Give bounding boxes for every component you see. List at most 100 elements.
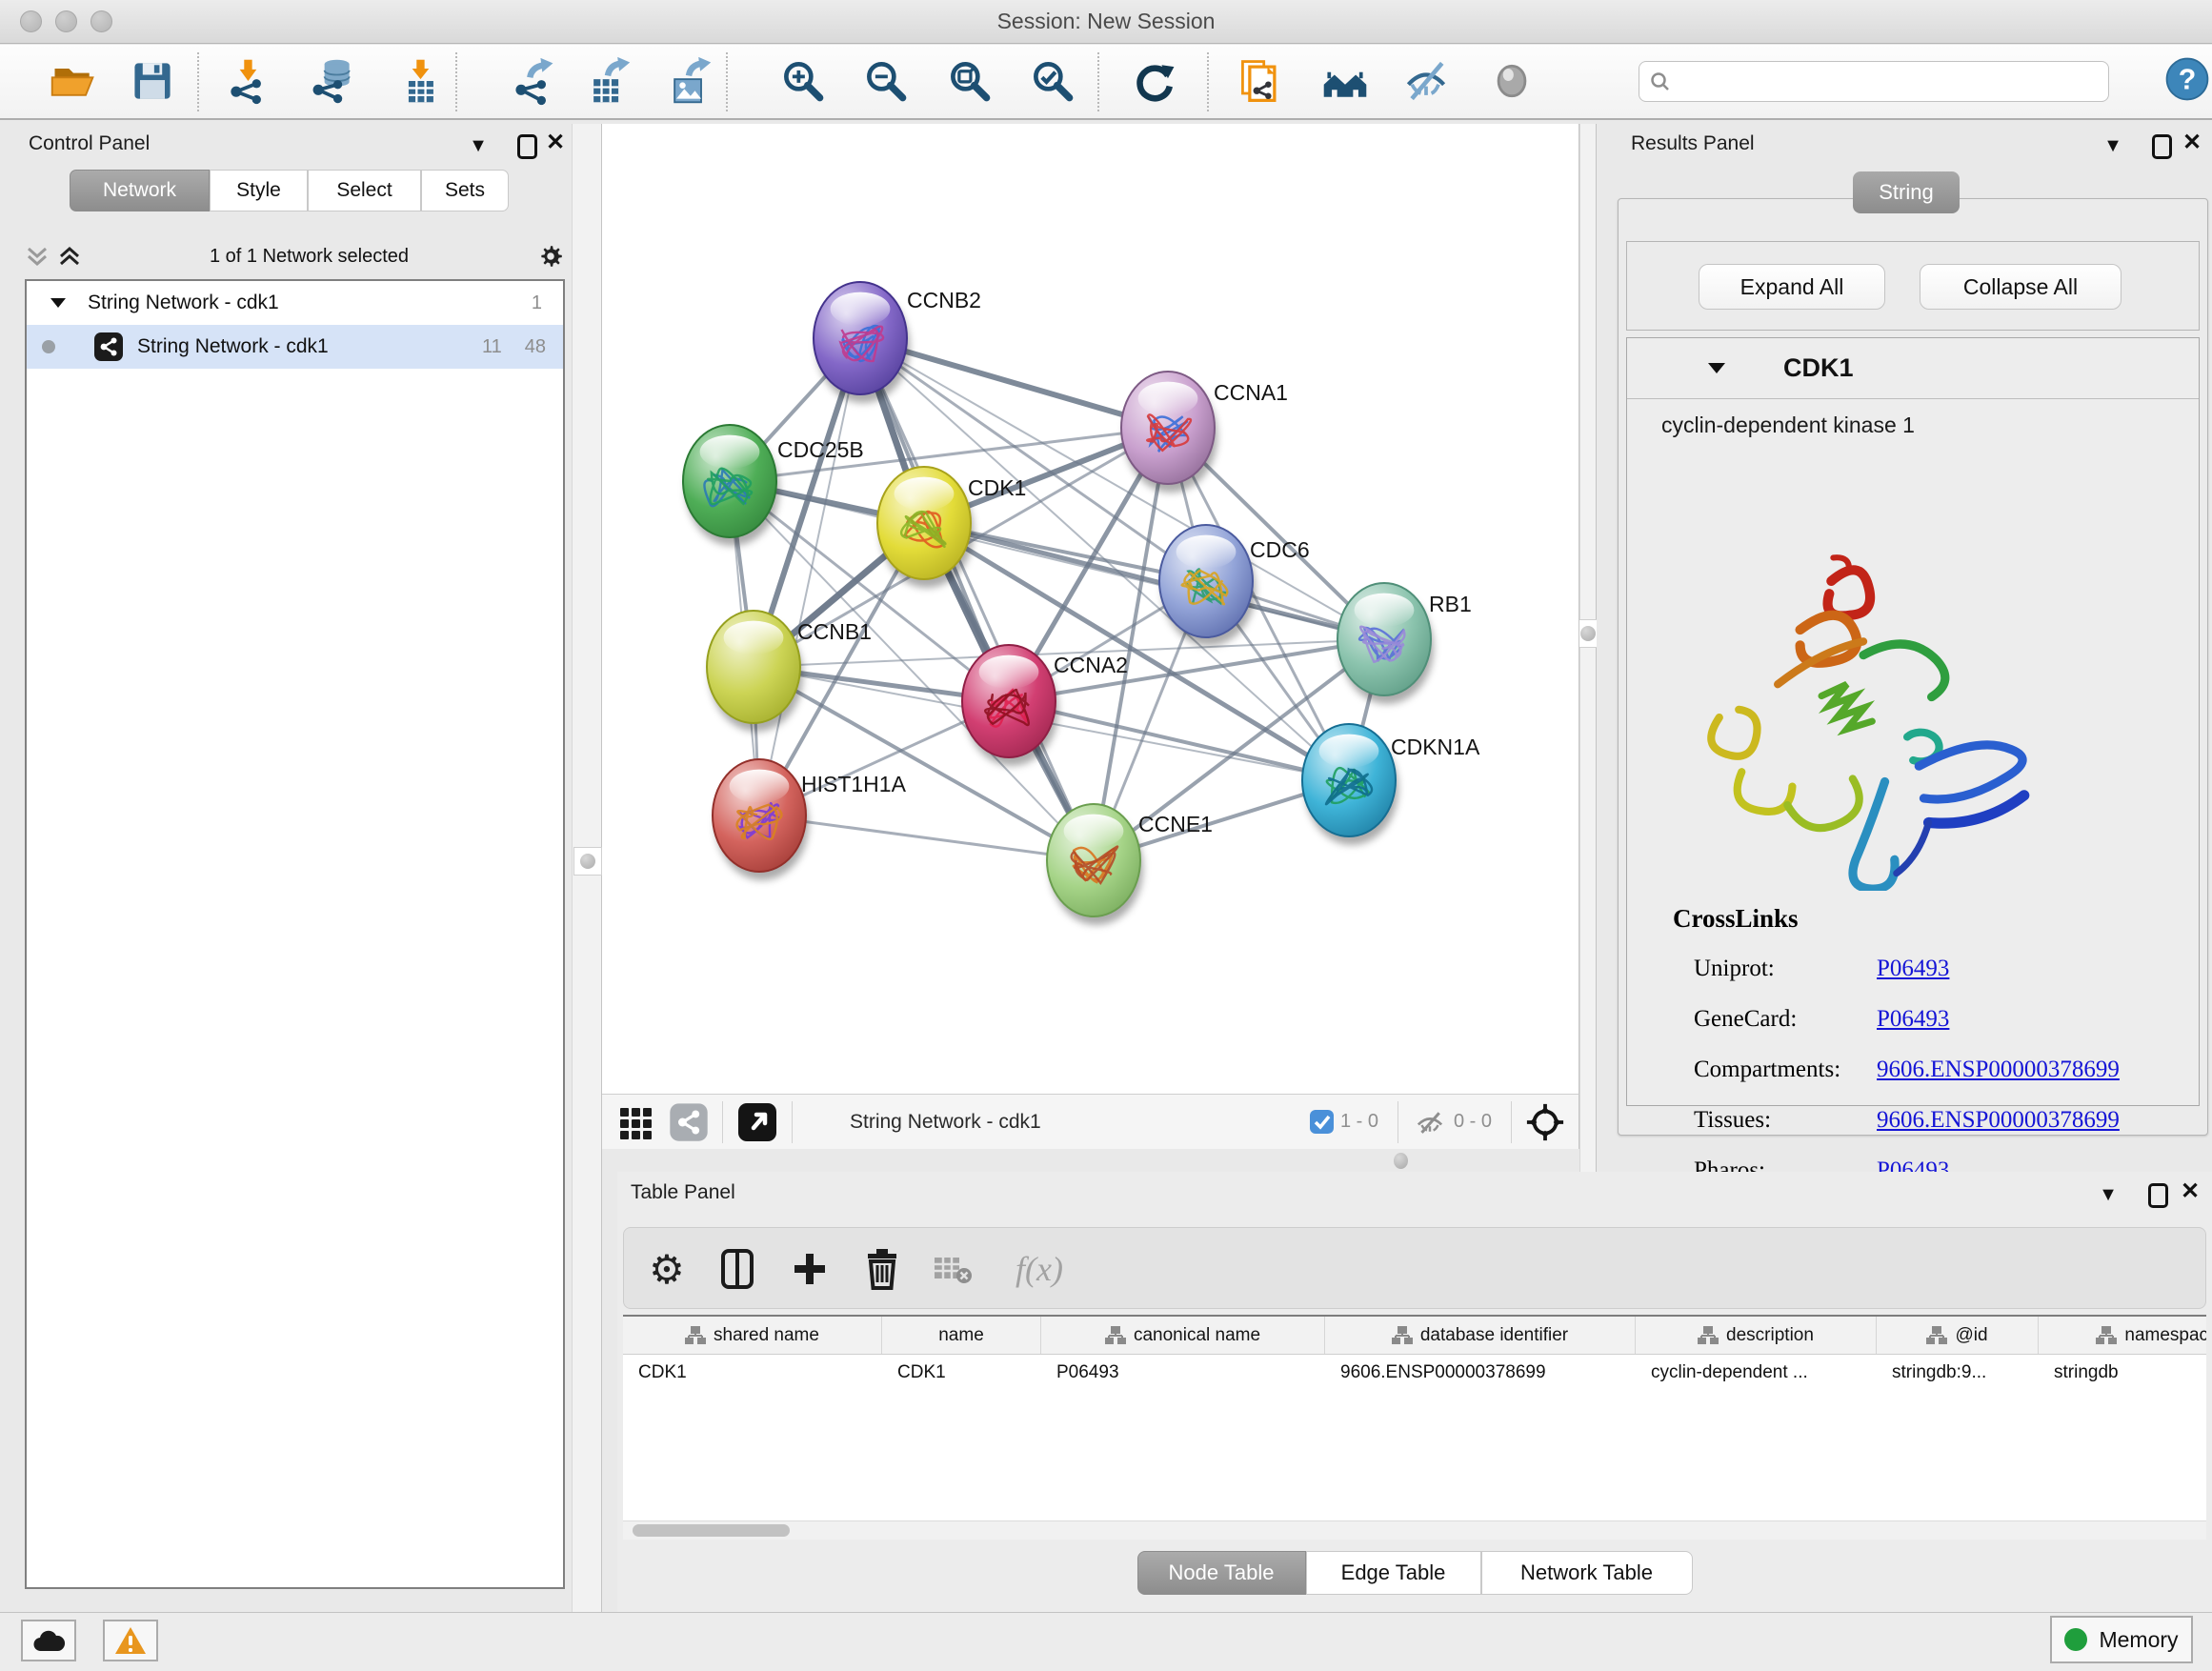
save-session-icon[interactable] bbox=[126, 54, 179, 108]
panel-float-icon[interactable]: ▼ bbox=[2099, 131, 2127, 160]
column-header--id[interactable]: @id bbox=[1877, 1317, 2039, 1354]
table-tab-network-table[interactable]: Network Table bbox=[1481, 1551, 1693, 1595]
left-splitter[interactable] bbox=[572, 124, 602, 1612]
zoom-in-icon[interactable] bbox=[776, 54, 830, 108]
help-icon[interactable]: ? bbox=[2161, 52, 2212, 106]
network-node-RB1[interactable]: RB1 bbox=[1337, 583, 1472, 704]
crosslink-link[interactable]: P06493 bbox=[1877, 956, 1949, 982]
export-table-icon[interactable] bbox=[581, 54, 634, 108]
network-share-grey-icon[interactable] bbox=[669, 1102, 709, 1142]
import-network-database-icon[interactable] bbox=[306, 54, 359, 108]
zoom-selected-icon[interactable] bbox=[1026, 54, 1079, 108]
control-tab-select[interactable]: Select bbox=[308, 170, 421, 211]
section-expander-icon[interactable] bbox=[1707, 361, 1726, 375]
column-header-canonical-name[interactable]: canonical name bbox=[1041, 1317, 1325, 1354]
selected-checkbox-icon[interactable] bbox=[1309, 1109, 1335, 1135]
hidden-eye-icon[interactable] bbox=[1412, 1106, 1448, 1138]
network-canvas[interactable]: CCNB2CCNA1CDC25BCDK1CDC6RB1CCNB1CCNA2CDK… bbox=[602, 124, 1579, 1094]
panel-float-icon[interactable]: ▼ bbox=[2094, 1180, 2122, 1209]
collapse-all-button[interactable]: Collapse All bbox=[1920, 264, 2122, 310]
column-header-name[interactable]: name bbox=[882, 1317, 1041, 1354]
center-view-crosshair-icon[interactable] bbox=[1525, 1102, 1565, 1142]
show-columns-icon[interactable] bbox=[712, 1243, 763, 1295]
table-cell--id[interactable]: stringdb:9... bbox=[1877, 1355, 2039, 1393]
table-horizontal-scrollbar[interactable] bbox=[623, 1520, 2206, 1540]
network-node-CCNE1[interactable]: CCNE1 bbox=[1047, 804, 1213, 925]
right-splitter[interactable] bbox=[1579, 124, 1597, 1172]
table-row[interactable]: CDK1CDK1P064939606.ENSP00000378699cyclin… bbox=[623, 1355, 2206, 1393]
table-tab-node-table[interactable]: Node Table bbox=[1137, 1551, 1306, 1595]
column-header-namespace[interactable]: namespace bbox=[2039, 1317, 2206, 1354]
network-collection-row[interactable]: String Network - cdk1 1 bbox=[27, 281, 563, 325]
column-header-database-identifier[interactable]: database identifier bbox=[1325, 1317, 1636, 1354]
network-node-CCNA2[interactable]: CCNA2 bbox=[962, 645, 1128, 766]
panel-close-icon[interactable]: ✕ bbox=[2178, 129, 2206, 157]
delete-column-trash-icon[interactable] bbox=[856, 1243, 908, 1295]
panel-maximize-icon[interactable] bbox=[2152, 134, 2172, 159]
crosslink-link[interactable]: 9606.ENSP00000378699 bbox=[1877, 1107, 2120, 1134]
left-splitter-handle[interactable] bbox=[573, 847, 602, 876]
cloud-tasks-button[interactable] bbox=[21, 1620, 76, 1661]
show-hidden-icon[interactable] bbox=[1485, 54, 1538, 108]
results-tab-string[interactable]: String bbox=[1853, 171, 1960, 213]
network-node-CDKN1A[interactable]: CDKN1A bbox=[1302, 724, 1480, 845]
column-header-description[interactable]: description bbox=[1636, 1317, 1877, 1354]
control-tab-style[interactable]: Style bbox=[210, 170, 308, 211]
horizontal-splitter-handle[interactable] bbox=[1394, 1153, 1408, 1169]
table-cell-description[interactable]: cyclin-dependent ... bbox=[1636, 1355, 1877, 1393]
node-result-header[interactable]: CDK1 bbox=[1627, 338, 2199, 399]
network-node-CCNB2[interactable]: CCNB2 bbox=[814, 282, 981, 403]
grid-view-icon[interactable] bbox=[617, 1103, 655, 1141]
table-cell-shared-name[interactable]: CDK1 bbox=[623, 1355, 882, 1393]
table-tab-edge-table[interactable]: Edge Table bbox=[1306, 1551, 1481, 1595]
panel-close-icon[interactable]: ✕ bbox=[2176, 1178, 2204, 1206]
network-node-CDC6[interactable]: CDC6 bbox=[1159, 525, 1310, 646]
string-home-icon[interactable] bbox=[1318, 54, 1372, 108]
search-field[interactable] bbox=[1639, 61, 2109, 102]
export-image-icon[interactable] bbox=[662, 54, 715, 108]
node-label-HIST1H1A: HIST1H1A bbox=[801, 772, 907, 796]
warnings-button[interactable] bbox=[103, 1620, 158, 1661]
delete-table-icon[interactable] bbox=[927, 1243, 978, 1295]
search-input[interactable] bbox=[1672, 70, 2081, 92]
toolbar-separator bbox=[1511, 1101, 1512, 1143]
panel-float-icon[interactable]: ▼ bbox=[464, 131, 493, 160]
export-network-icon[interactable] bbox=[507, 54, 560, 108]
network-node-CCNB1[interactable]: CCNB1 bbox=[707, 611, 872, 732]
expand-all-icon[interactable] bbox=[57, 243, 82, 270]
network-node-CCNA1[interactable]: CCNA1 bbox=[1121, 372, 1288, 493]
column-header-shared-name[interactable]: shared name bbox=[623, 1317, 882, 1354]
column-header-label: name bbox=[938, 1325, 984, 1346]
apply-layout-icon[interactable] bbox=[1128, 54, 1181, 108]
collapse-all-icon[interactable] bbox=[25, 243, 50, 270]
expand-all-button[interactable]: Expand All bbox=[1699, 264, 1885, 310]
function-builder-icon[interactable]: f(x) bbox=[997, 1243, 1081, 1295]
table-settings-gear-icon[interactable]: ⚙ bbox=[641, 1243, 693, 1295]
crosslink-link[interactable]: 9606.ENSP00000378699 bbox=[1877, 1057, 2120, 1083]
panel-maximize-icon[interactable] bbox=[2148, 1183, 2168, 1208]
control-tab-network[interactable]: Network bbox=[70, 170, 210, 211]
zoom-fit-icon[interactable] bbox=[943, 54, 996, 108]
network-row[interactable]: String Network - cdk1 11 48 bbox=[27, 325, 563, 369]
network-node-HIST1H1A[interactable]: HIST1H1A bbox=[713, 759, 907, 880]
create-column-icon[interactable] bbox=[784, 1243, 835, 1295]
control-tab-sets[interactable]: Sets bbox=[421, 170, 509, 211]
table-cell-namespace[interactable]: stringdb bbox=[2039, 1355, 2206, 1393]
table-cell-canonical-name[interactable]: P06493 bbox=[1041, 1355, 1325, 1393]
zoom-out-icon[interactable] bbox=[859, 54, 913, 108]
table-cell-database-identifier[interactable]: 9606.ENSP00000378699 bbox=[1325, 1355, 1636, 1393]
scrollbar-thumb[interactable] bbox=[633, 1524, 790, 1537]
import-table-icon[interactable] bbox=[393, 54, 447, 108]
collection-expander-icon[interactable] bbox=[50, 296, 67, 310]
network-options-gear-icon[interactable] bbox=[536, 242, 565, 271]
import-network-icon[interactable] bbox=[221, 54, 274, 108]
share-document-icon[interactable] bbox=[1234, 54, 1287, 108]
birdseye-view-icon[interactable] bbox=[736, 1101, 778, 1143]
crosslink-link[interactable]: P06493 bbox=[1877, 1006, 1949, 1033]
hide-selected-icon[interactable] bbox=[1399, 54, 1453, 108]
memory-button[interactable]: Memory bbox=[2050, 1616, 2193, 1663]
table-cell-name[interactable]: CDK1 bbox=[882, 1355, 1041, 1393]
panel-close-icon[interactable]: ✕ bbox=[541, 129, 570, 157]
panel-maximize-icon[interactable] bbox=[517, 134, 537, 159]
open-session-icon[interactable] bbox=[47, 54, 100, 108]
